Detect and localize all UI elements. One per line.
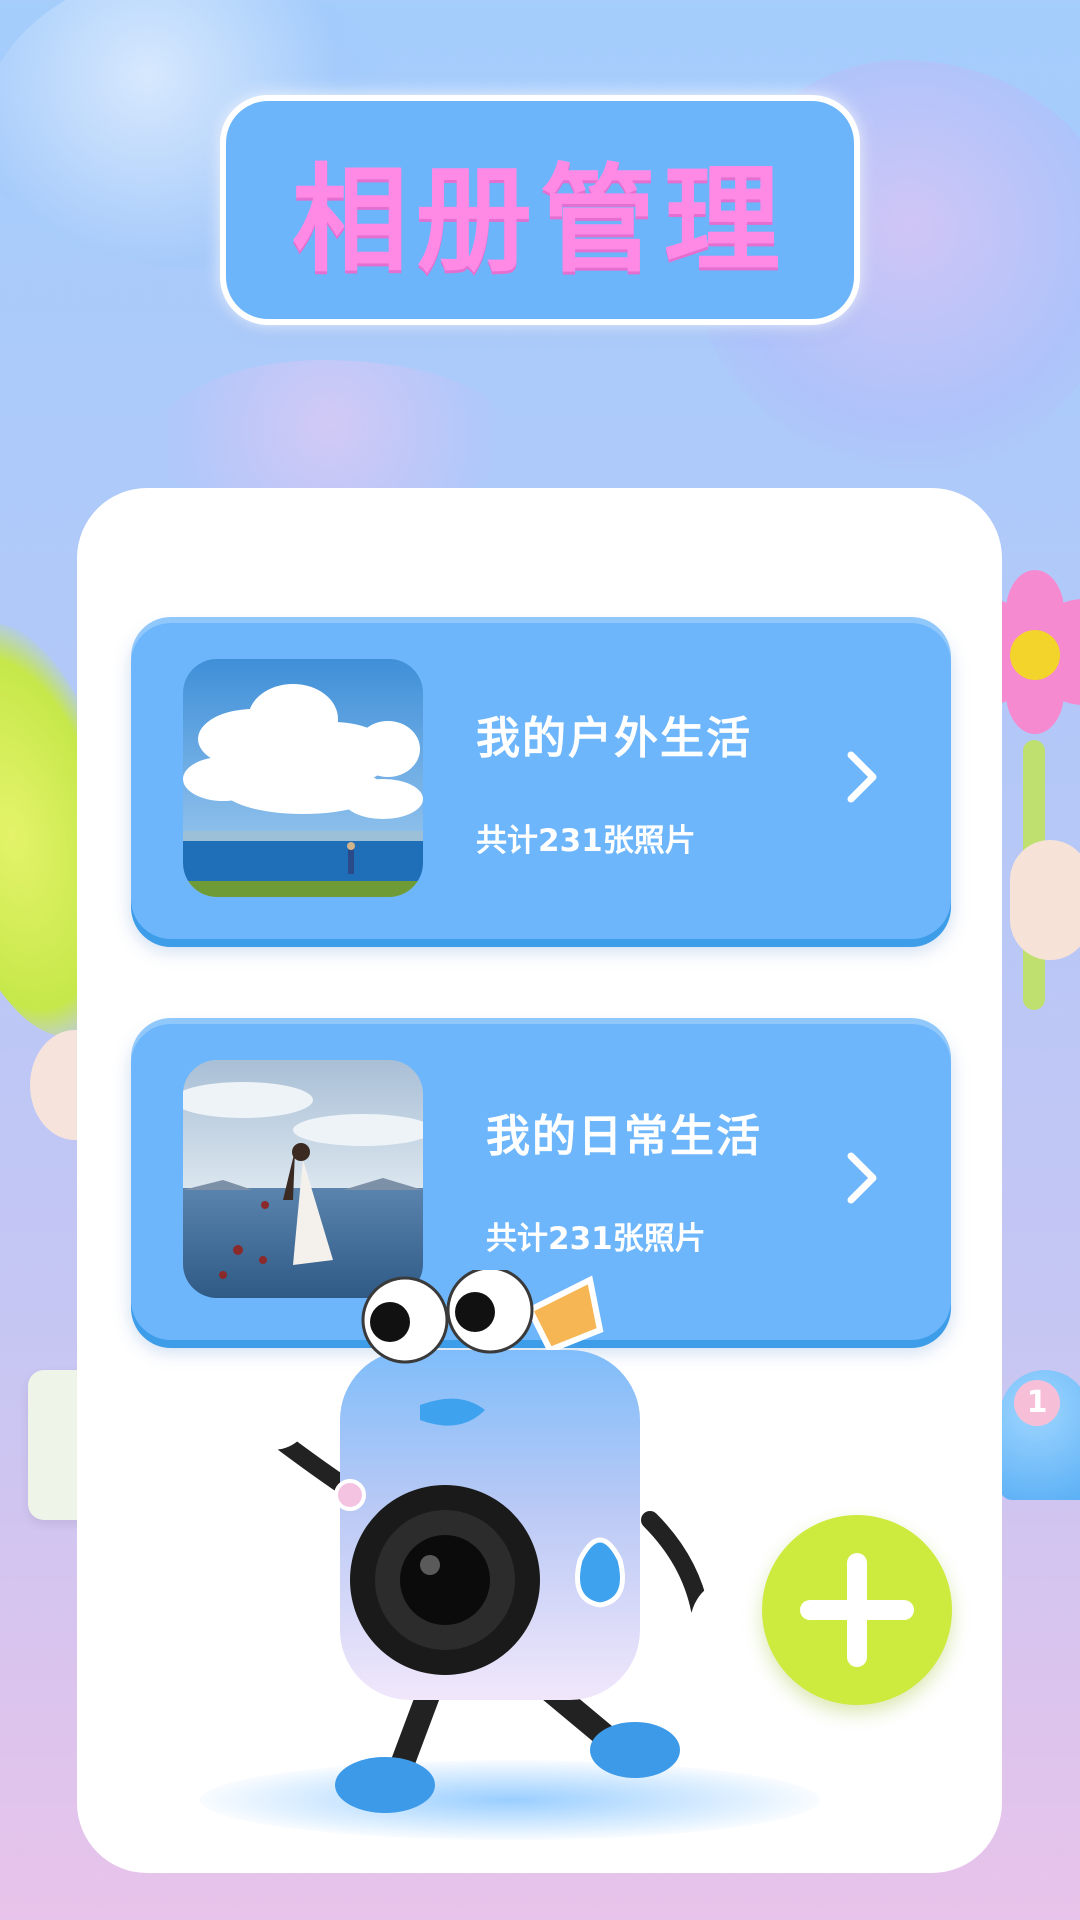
album-name: 我的日常生活 bbox=[486, 1111, 762, 1162]
page-title: 相册管理 bbox=[292, 153, 788, 288]
decorative-hand bbox=[1010, 840, 1080, 960]
album-name: 我的户外生活 bbox=[476, 713, 752, 764]
chevron-right-icon bbox=[847, 1152, 877, 1204]
camera-mascot bbox=[260, 1270, 770, 1813]
chevron-right-icon bbox=[847, 751, 877, 803]
album-photo-count: 共计231张照片 bbox=[486, 1221, 706, 1257]
bell-number: 1 bbox=[1014, 1380, 1060, 1426]
album-thumbnail bbox=[183, 659, 423, 897]
album-thumbnail bbox=[183, 1060, 423, 1298]
album-photo-count: 共计231张照片 bbox=[476, 823, 696, 859]
album-card-outdoor[interactable]: 我的户外生活 共计231张照片 bbox=[131, 617, 951, 939]
add-album-button[interactable] bbox=[762, 1515, 952, 1705]
title-banner: 相册管理 bbox=[220, 95, 860, 325]
